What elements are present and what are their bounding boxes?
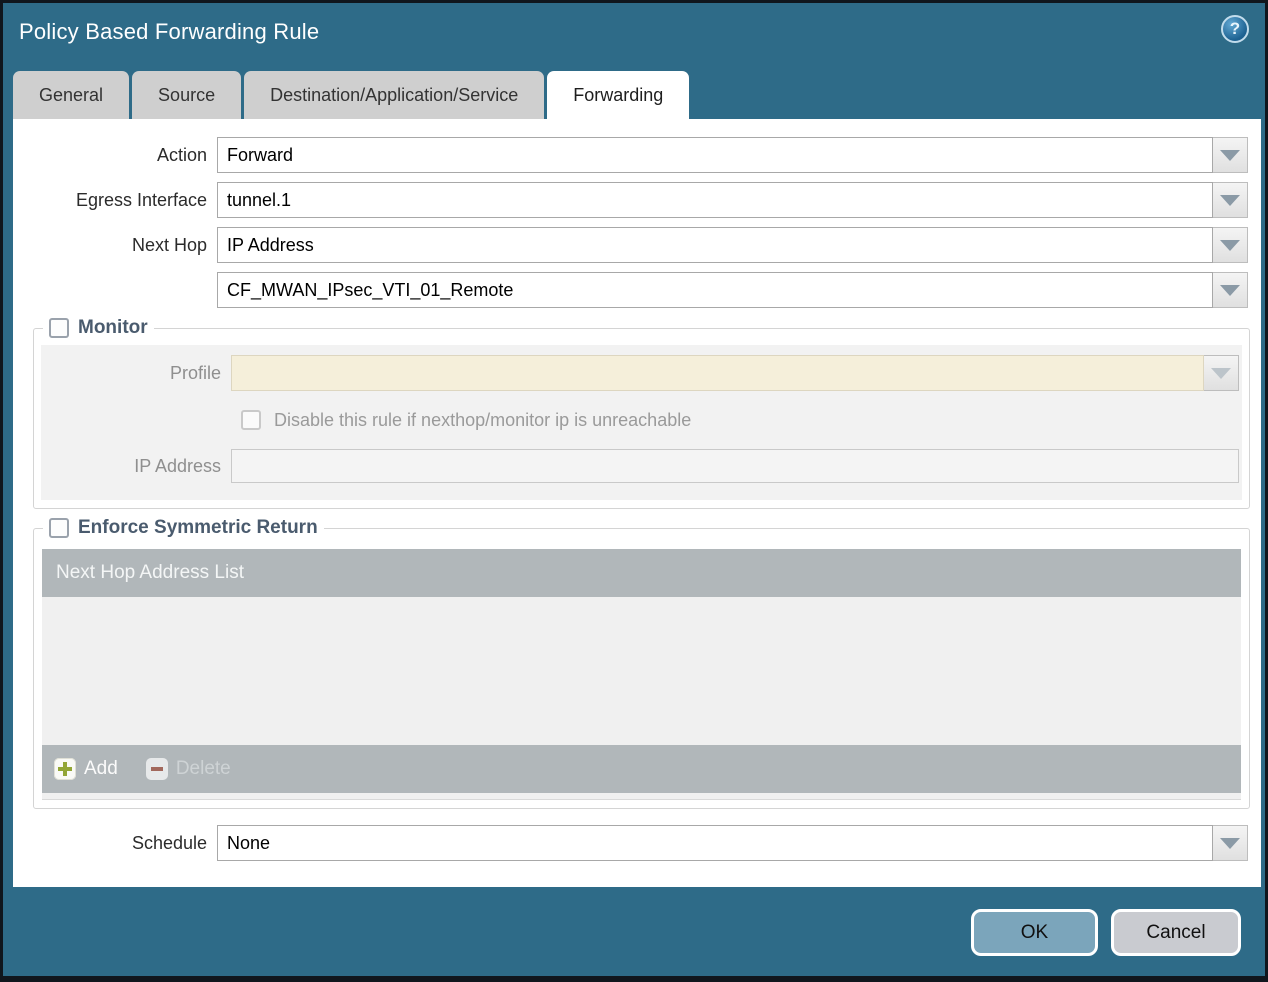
next-hop-address-list-body (42, 597, 1241, 745)
egress-interface-dropdown: tunnel.1 (217, 182, 1248, 218)
action-row: Action Forward (13, 137, 1248, 173)
monitor-ip-address-label: IP Address (134, 456, 221, 476)
chevron-down-icon (1220, 149, 1240, 161)
next-hop-address-list-toolbar: Add Delete (42, 745, 1241, 793)
next-hop-type-value[interactable]: IP Address (217, 227, 1213, 263)
tab-panel-forwarding: Action Forward Egress Interface tunnel.1… (13, 119, 1261, 887)
chevron-down-icon (1220, 837, 1240, 849)
tab-forwarding[interactable]: Forwarding (547, 71, 690, 119)
action-dropdown-button[interactable] (1213, 137, 1248, 173)
add-button[interactable]: Add (54, 758, 118, 780)
chevron-down-icon (1220, 284, 1240, 296)
egress-interface-dropdown-button[interactable] (1213, 182, 1248, 218)
action-label: Action (156, 145, 207, 165)
table-bottom-strip (42, 793, 1241, 799)
add-plus-icon (54, 758, 76, 780)
tab-bar: General Source Destination/Application/S… (13, 71, 690, 119)
action-value[interactable]: Forward (217, 137, 1213, 173)
schedule-row: Schedule None (13, 825, 1248, 861)
delete-minus-icon (145, 758, 168, 780)
next-hop-type-dropdown-button[interactable] (1213, 227, 1248, 263)
profile-value (231, 355, 1204, 391)
tab-general[interactable]: General (13, 71, 130, 119)
egress-interface-value[interactable]: tunnel.1 (217, 182, 1213, 218)
schedule-dropdown-button[interactable] (1213, 825, 1248, 861)
action-dropdown: Forward (217, 137, 1248, 173)
monitor-legend-label: Monitor (78, 317, 148, 338)
profile-dropdown (231, 355, 1239, 391)
ok-button[interactable]: OK (971, 909, 1098, 956)
next-hop-type-dropdown: IP Address (217, 227, 1248, 263)
next-hop-address-spacer (13, 272, 217, 308)
add-button-label: Add (84, 758, 118, 779)
next-hop-address-dropdown-button[interactable] (1213, 272, 1248, 308)
delete-button: Delete (145, 758, 231, 780)
symmetric-return-legend-label: Enforce Symmetric Return (78, 517, 318, 538)
monitor-checkbox[interactable] (49, 318, 69, 338)
monitor-ip-address-row: IP Address (44, 448, 1239, 484)
chevron-down-icon (1220, 194, 1240, 206)
symmetric-return-legend: Enforce Symmetric Return (43, 517, 324, 539)
monitor-legend: Monitor (43, 317, 154, 339)
next-hop-address-row: CF_MWAN_IPsec_VTI_01_Remote (13, 272, 1248, 308)
delete-button-label: Delete (175, 758, 231, 779)
pbf-rule-dialog: Policy Based Forwarding Rule ? General S… (0, 0, 1268, 982)
chevron-down-icon (1211, 367, 1231, 379)
tab-destination-application-service[interactable]: Destination/Application/Service (244, 71, 545, 119)
next-hop-address-value[interactable]: CF_MWAN_IPsec_VTI_01_Remote (217, 272, 1213, 308)
monitor-ip-address-input (231, 449, 1239, 483)
next-hop-address-list-header: Next Hop Address List (42, 549, 1241, 597)
egress-interface-label: Egress Interface (75, 190, 207, 210)
tab-source[interactable]: Source (132, 71, 242, 119)
monitor-fieldset: Monitor Profile Disable this rule if nex… (33, 317, 1250, 509)
chevron-down-icon (1220, 239, 1240, 251)
symmetric-return-checkbox[interactable] (49, 518, 69, 538)
monitor-disabled-panel: Profile Disable this rule if nexthop/mon… (41, 345, 1242, 500)
dialog-title: Policy Based Forwarding Rule (19, 19, 320, 44)
profile-label: Profile (169, 363, 221, 383)
schedule-dropdown: None (217, 825, 1248, 861)
schedule-label: Schedule (131, 833, 207, 853)
disable-rule-row: Disable this rule if nexthop/monitor ip … (241, 406, 1239, 434)
schedule-value[interactable]: None (217, 825, 1213, 861)
dialog-footer: OK Cancel (971, 909, 1241, 956)
disable-rule-checkbox (241, 410, 261, 430)
profile-dropdown-button (1204, 355, 1239, 391)
next-hop-address-dropdown: CF_MWAN_IPsec_VTI_01_Remote (217, 272, 1248, 308)
next-hop-row: Next Hop IP Address (13, 227, 1248, 263)
egress-interface-row: Egress Interface tunnel.1 (13, 182, 1248, 218)
symmetric-return-fieldset: Enforce Symmetric Return Next Hop Addres… (33, 517, 1250, 809)
disable-rule-label: Disable this rule if nexthop/monitor ip … (274, 409, 692, 430)
next-hop-label: Next Hop (131, 235, 207, 255)
profile-row: Profile (44, 355, 1239, 391)
help-icon[interactable]: ? (1221, 15, 1249, 43)
cancel-button[interactable]: Cancel (1111, 909, 1241, 956)
next-hop-address-list-table: Next Hop Address List Add Delete (42, 549, 1241, 800)
